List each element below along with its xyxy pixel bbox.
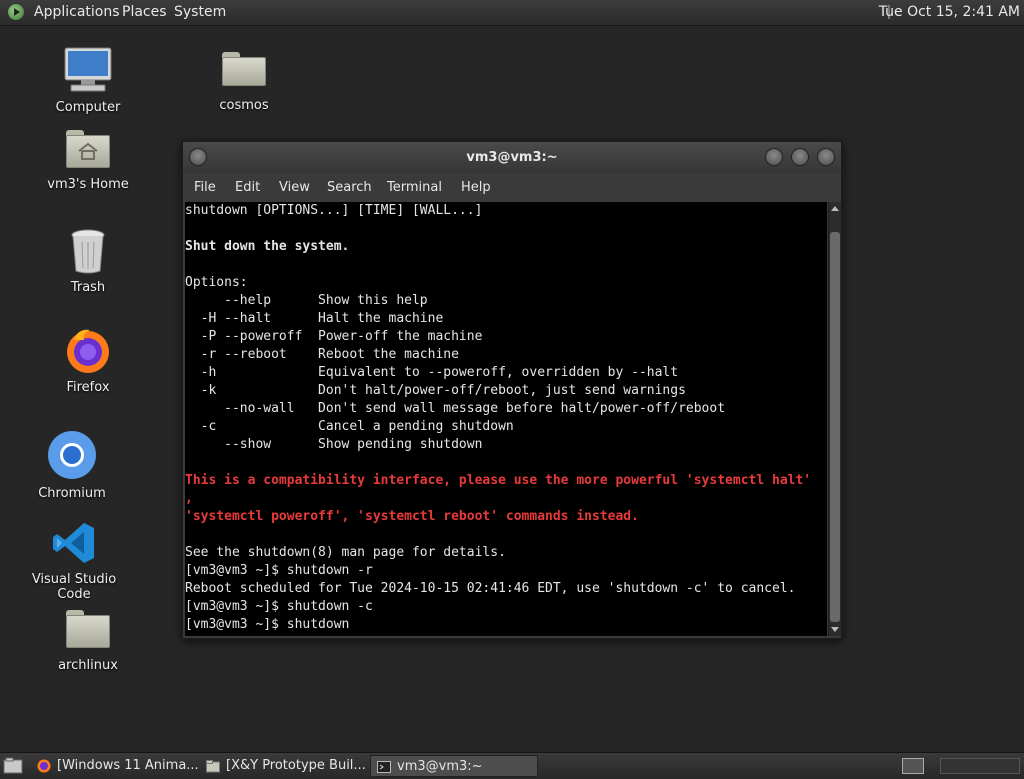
terminal-line: -h Equivalent to --poweroff, overridden … bbox=[185, 365, 679, 380]
menu-edit[interactable]: Edit bbox=[235, 180, 260, 195]
taskbar-item[interactable]: [X&Y Prototype Buil... bbox=[200, 755, 368, 777]
menu-search[interactable]: Search bbox=[327, 180, 372, 195]
vscode-icon bbox=[53, 523, 94, 563]
desktop-icon-label: Firefox bbox=[66, 380, 110, 395]
folder-icon bbox=[206, 760, 220, 773]
terminal-line: [vm3@vm3 ~]$ shutdown -r bbox=[185, 563, 373, 578]
menu-system[interactable]: System bbox=[174, 4, 226, 20]
terminal-output[interactable]: shutdown [OPTIONS...] [TIME] [WALL...] Sh… bbox=[185, 202, 827, 636]
terminal-line: See the shutdown(8) man page for details… bbox=[185, 545, 506, 560]
menu-help[interactable]: Help bbox=[461, 180, 491, 195]
taskbar-item[interactable]: [Windows 11 Anima... bbox=[31, 755, 199, 777]
desktop-icon-archlinux[interactable]: archlinux bbox=[33, 610, 143, 673]
workspace-switcher[interactable] bbox=[902, 758, 924, 774]
minimize-icon[interactable] bbox=[765, 148, 783, 166]
desktop-icon-label: Trash bbox=[70, 280, 106, 295]
close-icon[interactable] bbox=[817, 148, 835, 166]
terminal-line: -c Cancel a pending shutdown bbox=[185, 419, 514, 434]
menu-applications[interactable]: Applications bbox=[34, 4, 120, 20]
terminal-line: , bbox=[185, 491, 193, 506]
gnome-foot-icon[interactable] bbox=[8, 4, 24, 20]
terminal-line: Reboot scheduled for Tue 2024-10-15 02:4… bbox=[185, 581, 796, 596]
folder-icon bbox=[66, 610, 110, 648]
taskbar-item-active[interactable]: vm3@vm3:~ bbox=[370, 755, 538, 777]
terminal-scrollbar[interactable] bbox=[828, 202, 841, 636]
desktop-icon-trash[interactable]: Trash bbox=[33, 228, 143, 295]
workspace-switcher-2[interactable] bbox=[940, 758, 1020, 774]
menu-terminal[interactable]: Terminal bbox=[387, 180, 442, 195]
terminal-line: 'systemctl poweroff', 'systemctl reboot'… bbox=[185, 509, 639, 524]
desktop-icon-home[interactable]: vm3's Home bbox=[33, 130, 143, 192]
terminal-window[interactable]: vm3@vm3:~ File Edit View Search Terminal… bbox=[182, 141, 842, 639]
terminal-icon bbox=[377, 761, 391, 773]
terminal-line: -H --halt Halt the machine bbox=[185, 311, 444, 326]
scroll-thumb[interactable] bbox=[830, 232, 840, 622]
menu-file[interactable]: File bbox=[194, 180, 216, 195]
desktop-icon-label: Chromium bbox=[38, 486, 106, 501]
terminal-line: [vm3@vm3 ~]$ shutdown bbox=[185, 617, 350, 632]
desktop-icon-label: Visual Studio Code bbox=[31, 572, 117, 602]
home-folder-icon bbox=[66, 130, 110, 168]
desktop-icon-computer[interactable]: Computer bbox=[33, 46, 143, 115]
firefox-icon bbox=[67, 329, 109, 373]
desktop-icon-label: vm3's Home bbox=[47, 177, 129, 192]
taskbar-item-label: [X&Y Prototype Buil... bbox=[226, 758, 366, 773]
terminal-line: This is a compatibility interface, pleas… bbox=[185, 473, 812, 488]
chromium-icon bbox=[48, 431, 96, 479]
terminal-line: Options: bbox=[185, 275, 248, 290]
bottom-panel: [Windows 11 Anima... [X&Y Prototype Buil… bbox=[0, 752, 1024, 779]
taskbar-item-label: [Windows 11 Anima... bbox=[57, 758, 199, 773]
terminal-line: shutdown [OPTIONS...] [TIME] [WALL...] bbox=[185, 203, 483, 218]
scroll-up-icon[interactable] bbox=[831, 206, 839, 211]
menu-places[interactable]: Places bbox=[122, 4, 167, 20]
desktop-icon-vscode[interactable]: Visual Studio Code bbox=[19, 520, 129, 602]
show-desktop-icon[interactable] bbox=[3, 757, 23, 775]
terminal-line: --help Show this help bbox=[185, 293, 428, 308]
menu-view[interactable]: View bbox=[279, 180, 310, 195]
firefox-icon bbox=[37, 759, 51, 773]
terminal-line: -P --poweroff Power-off the machine bbox=[185, 329, 483, 344]
window-titlebar[interactable]: vm3@vm3:~ bbox=[183, 142, 841, 173]
taskbar-item-label: vm3@vm3:~ bbox=[397, 759, 483, 774]
computer-icon bbox=[64, 47, 112, 92]
desktop-icon-label: archlinux bbox=[58, 658, 118, 673]
clock[interactable]: Tue Oct 15, 2:41 AM bbox=[879, 4, 1020, 20]
trash-icon bbox=[71, 229, 105, 274]
desktop-icon-firefox[interactable]: Firefox bbox=[33, 326, 143, 395]
terminal-line: --show Show pending shutdown bbox=[185, 437, 483, 452]
terminal-line: -k Don't halt/power-off/reboot, just sen… bbox=[185, 383, 686, 398]
maximize-icon[interactable] bbox=[791, 148, 809, 166]
desktop-icon-cosmos[interactable]: cosmos bbox=[189, 50, 299, 113]
desktop-icon-chromium[interactable]: Chromium bbox=[17, 430, 127, 501]
terminal-menubar: File Edit View Search Terminal Help bbox=[183, 173, 841, 201]
terminal-line: -r --reboot Reboot the machine bbox=[185, 347, 459, 362]
top-panel: Applications Places System Tue Oct 15, 2… bbox=[0, 0, 1024, 26]
terminal-line: [vm3@vm3 ~]$ shutdown -c bbox=[185, 599, 373, 614]
window-title: vm3@vm3:~ bbox=[466, 150, 558, 165]
folder-icon bbox=[222, 52, 266, 86]
desktop-icon-label: Computer bbox=[55, 100, 121, 115]
desktop-icon-label: cosmos bbox=[219, 98, 269, 113]
terminal-line: Shut down the system. bbox=[185, 239, 350, 254]
terminal-line: --no-wall Don't send wall message before… bbox=[185, 401, 726, 416]
scroll-down-icon[interactable] bbox=[831, 627, 839, 632]
